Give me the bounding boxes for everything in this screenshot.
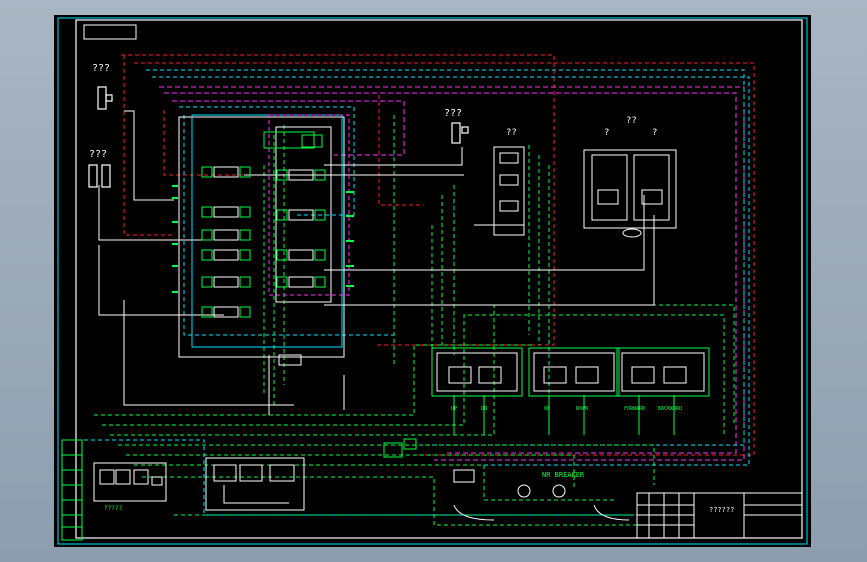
group-label-1: ?? — [506, 128, 517, 138]
port-label-up-2: UP — [544, 406, 550, 412]
cylinder-label-2: ??? — [89, 149, 107, 160]
hydraulic-schematic: ??? ??? ??? ?? ?? ? ? NR BREAKER ????? ?… — [57, 17, 808, 545]
port-marks — [172, 185, 354, 293]
module-caption: ????? — [104, 505, 122, 512]
cylinders-left — [88, 86, 113, 188]
flow-divider — [622, 228, 642, 238]
motor-symbol — [552, 484, 566, 498]
pump-unit — [205, 457, 305, 511]
pilot-valve-right — [583, 149, 677, 229]
cylinder-label-3: ??? — [444, 108, 462, 119]
corner-tab — [83, 24, 137, 40]
group-label-2: ?? — [626, 116, 637, 126]
breaker-label: NR BREAKER — [542, 471, 585, 479]
cylinder-label-1: ??? — [92, 63, 110, 74]
cad-viewport[interactable]: ??? ??? ??? ?? ?? ? ? NR BREAKER ????? ?… — [54, 15, 811, 547]
port-label-up-1: UP — [451, 406, 457, 412]
revision-column — [61, 439, 83, 541]
return-loops — [453, 504, 630, 521]
actuator-valves — [436, 352, 705, 392]
pump-symbol — [517, 484, 531, 498]
port-label-forward: FORWARD — [624, 406, 645, 412]
group-label-4: ? — [652, 128, 657, 138]
pilot-valve-left — [493, 146, 525, 236]
title-block — [636, 492, 803, 539]
title-block-name: ?????? — [709, 506, 734, 514]
check-block — [403, 438, 417, 450]
port-label-backward: BACKWARD — [658, 406, 682, 412]
relief-valve — [453, 469, 475, 483]
pressure-lines — [98, 110, 655, 415]
port-label-dn-1: DN — [481, 406, 487, 412]
cylinder-mid — [451, 122, 469, 144]
left-control-module — [93, 462, 167, 502]
group-label-3: ? — [604, 128, 609, 138]
port-label-down-2: DOWN — [576, 406, 588, 412]
hydraulic-lines — [94, 115, 735, 526]
